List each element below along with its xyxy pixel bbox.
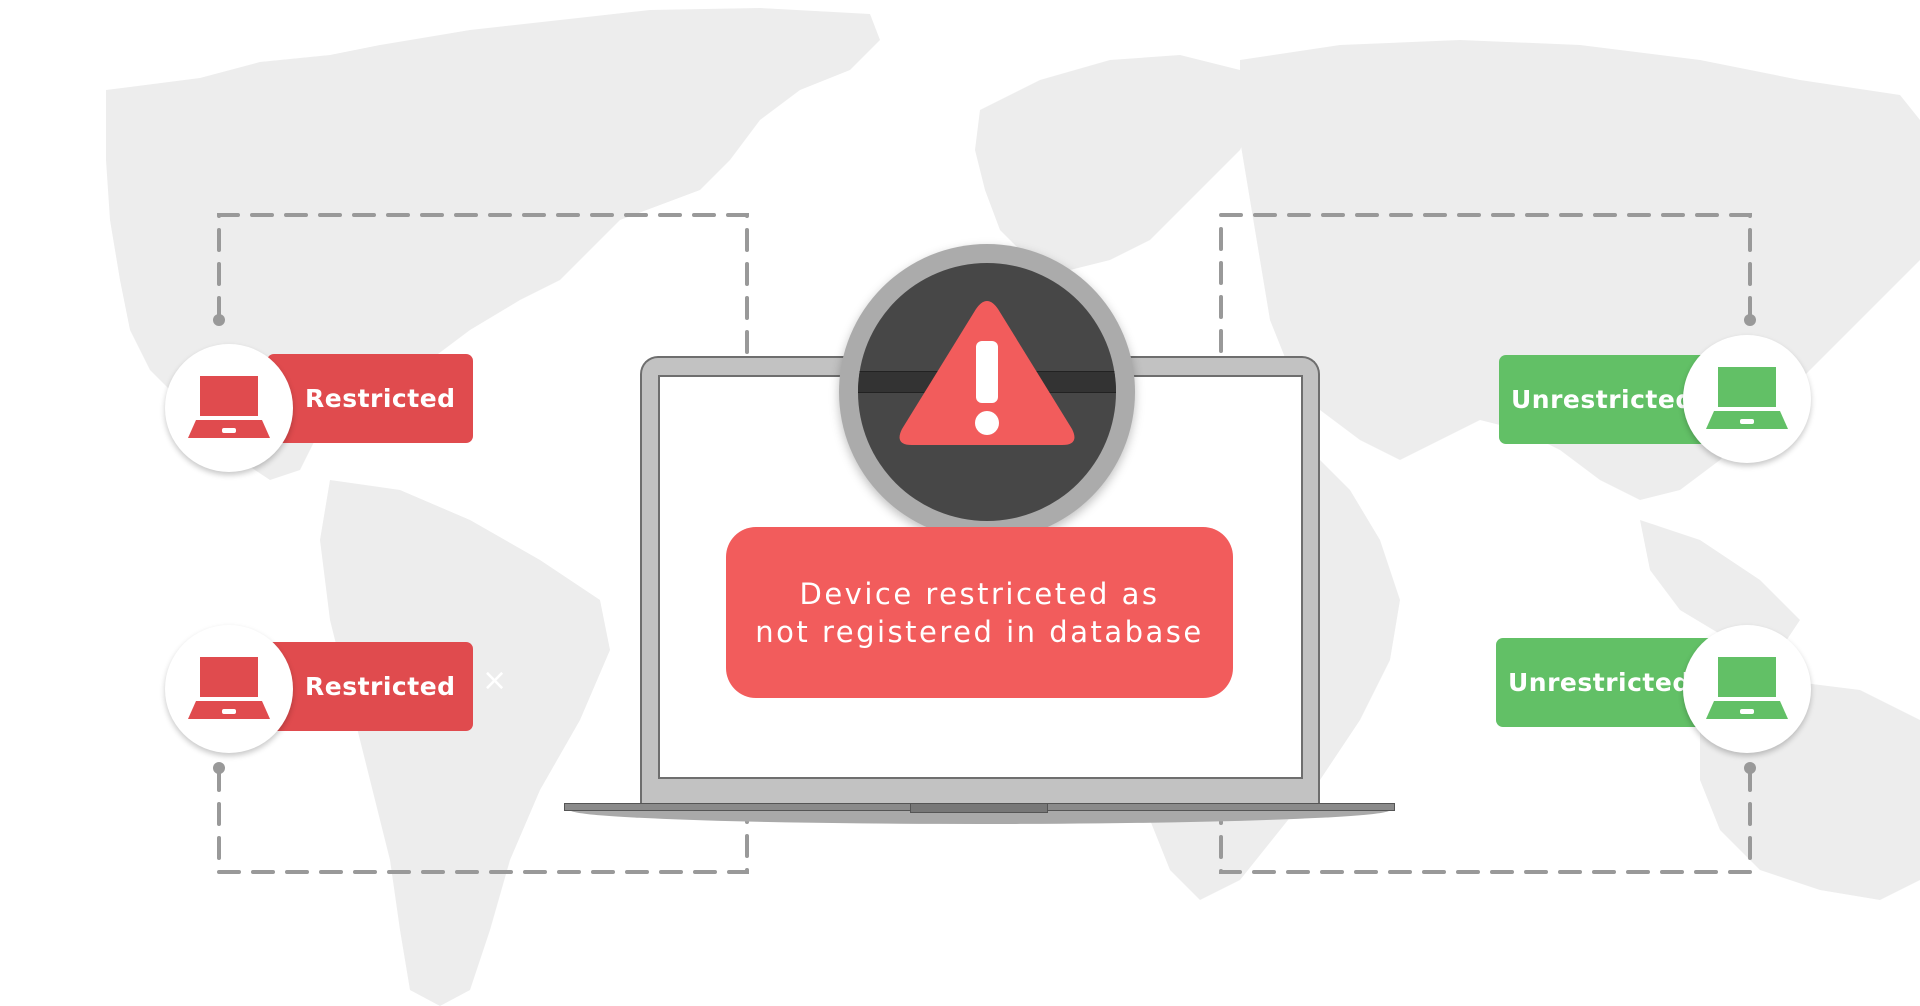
connector-dot-left-top xyxy=(213,314,225,326)
warning-badge xyxy=(858,263,1116,521)
connector-dot-right-bottom xyxy=(1744,762,1756,774)
laptop-icon xyxy=(188,657,270,719)
device-avatar-restricted-2 xyxy=(165,625,293,753)
device-status-label: Unrestricted xyxy=(1508,668,1691,697)
connector-right-top xyxy=(1219,213,1752,358)
device-avatar-unrestricted-1 xyxy=(1683,335,1811,463)
warning-triangle-icon xyxy=(899,301,1075,445)
device-status-label: Unrestricted xyxy=(1511,385,1694,414)
device-status-label: Restricted xyxy=(305,384,456,413)
close-icon[interactable]: × xyxy=(482,666,507,696)
device-status-label: Restricted xyxy=(305,672,456,701)
connector-dot-left-bottom xyxy=(213,762,225,774)
message-line-1: Device restriceted as xyxy=(799,576,1160,611)
connector-dot-right-top xyxy=(1744,314,1756,326)
device-avatar-restricted-1 xyxy=(165,344,293,472)
laptop-icon xyxy=(1706,367,1788,429)
laptop-icon xyxy=(1706,657,1788,719)
laptop-icon xyxy=(188,376,270,438)
message-line-2: not registered in database xyxy=(755,614,1204,649)
device-tag-restricted-1: Restricted xyxy=(267,354,473,443)
restriction-message: Device restriceted as not registered in … xyxy=(726,527,1233,698)
connector-left-top xyxy=(217,213,749,358)
laptop-base-notch xyxy=(910,803,1048,813)
device-avatar-unrestricted-2 xyxy=(1683,625,1811,753)
device-tag-restricted-2: Restricted xyxy=(267,642,473,731)
